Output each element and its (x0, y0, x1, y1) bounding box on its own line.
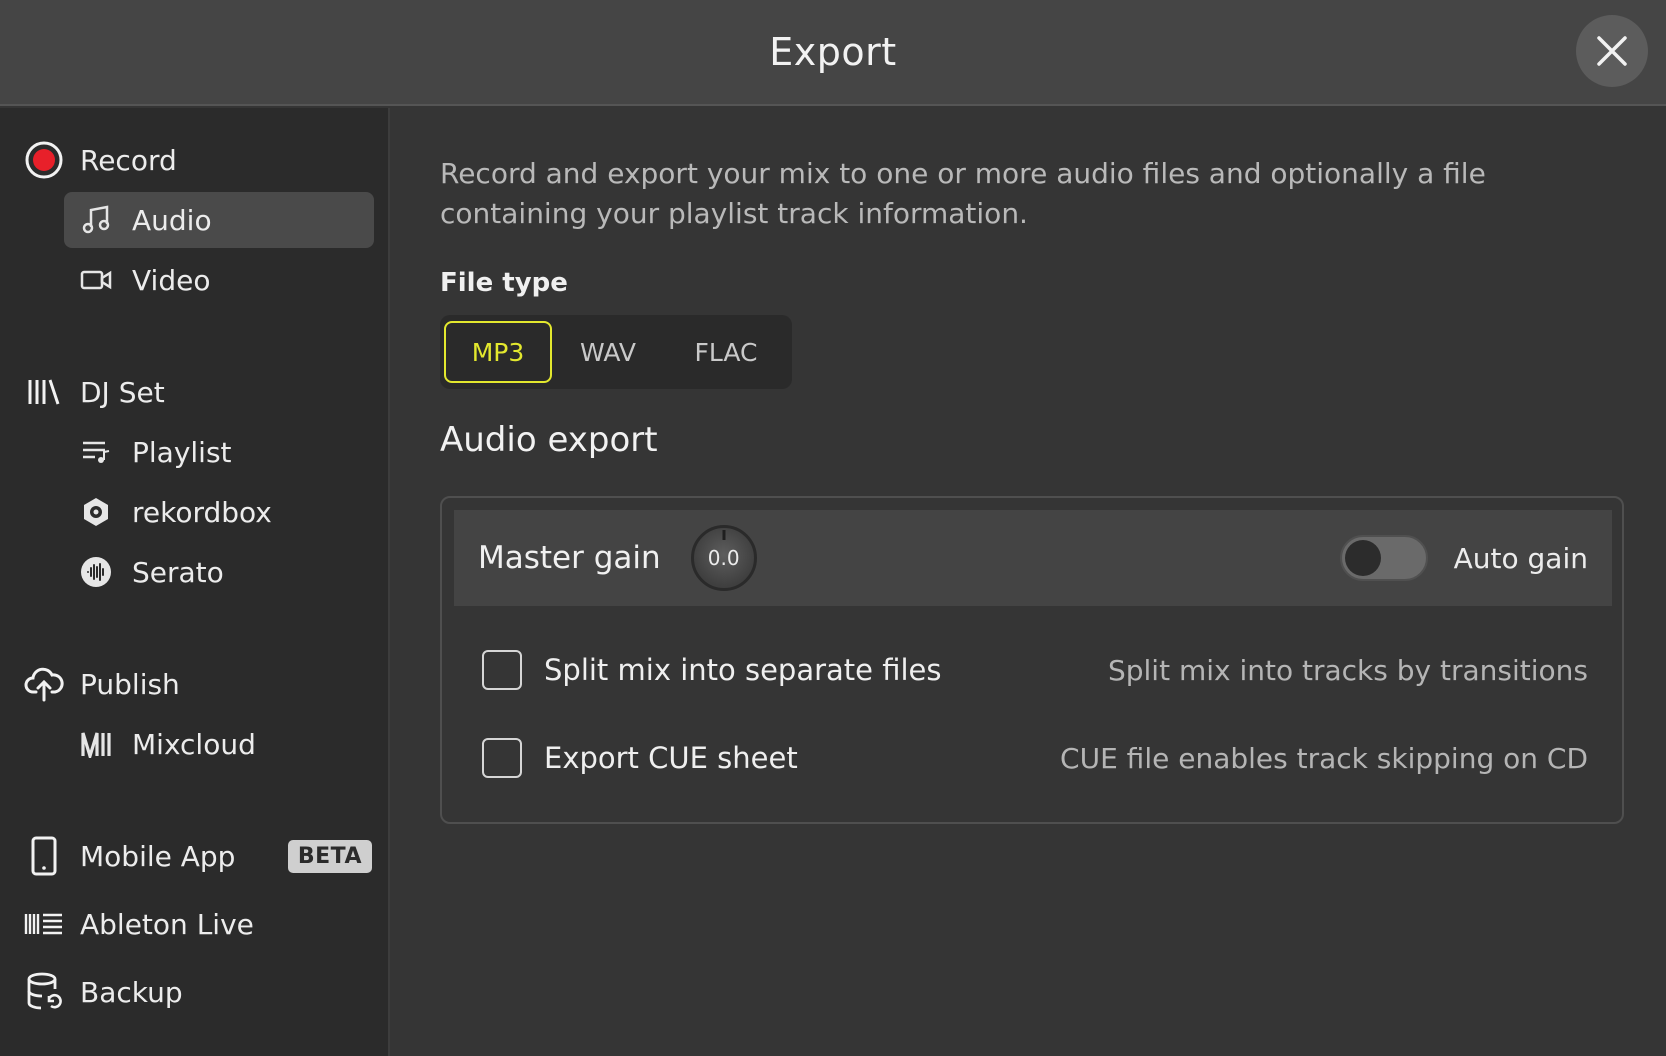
section-title: Audio export (440, 420, 658, 460)
file-type-flac[interactable]: FLAC (664, 321, 788, 383)
sidebar-item-label: DJ Set (80, 375, 165, 409)
sidebar-item-backup[interactable]: Backup (22, 964, 372, 1020)
sidebar-item-label: Audio (132, 203, 212, 237)
master-gain-label: Master gain (478, 540, 661, 576)
master-gain-row: Master gain 0.0 Auto gain (454, 510, 1612, 606)
option-export-cue: Export CUE sheet CUE file enables track … (482, 736, 1588, 780)
sidebar-item-label: Video (132, 263, 211, 297)
file-type-mp3[interactable]: MP3 (444, 321, 552, 383)
sidebar-item-playlist[interactable]: Playlist (64, 424, 374, 480)
export-cue-checkbox[interactable] (482, 738, 522, 778)
file-type-label: File type (440, 268, 568, 298)
sidebar-item-video[interactable]: Video (64, 252, 374, 308)
database-backup-icon (22, 970, 66, 1014)
sidebar-item-publish[interactable]: Publish (22, 656, 372, 712)
sidebar-item-serato[interactable]: Serato (64, 544, 374, 600)
cloud-upload-icon (22, 662, 66, 706)
master-gain-knob[interactable]: 0.0 (690, 525, 757, 591)
split-mix-checkbox[interactable] (482, 650, 522, 690)
sidebar-item-label: rekordbox (132, 495, 272, 529)
split-mix-label: Split mix into separate files (544, 653, 942, 687)
audio-export-card: Master gain 0.0 Auto gain Split mix into… (440, 496, 1624, 824)
sidebar-item-mixcloud[interactable]: Mixcloud (64, 716, 374, 772)
sidebar-item-label: Serato (132, 555, 224, 589)
sidebar-item-label: Ableton Live (80, 907, 254, 941)
master-gain-value: 0.0 (707, 546, 740, 570)
window-title: Export (769, 30, 897, 74)
phone-icon (22, 834, 66, 878)
option-split-mix: Split mix into separate files Split mix … (482, 648, 1588, 692)
description-text: Record and export your mix to one or mor… (440, 157, 1486, 230)
sidebar-item-label: Mixcloud (132, 727, 256, 761)
mixcloud-icon (78, 726, 114, 762)
auto-gain-label: Auto gain (1453, 541, 1588, 575)
title-bar: Export (0, 0, 1666, 106)
toggle-thumb (1344, 540, 1381, 576)
auto-gain-toggle[interactable] (1339, 535, 1428, 581)
file-type-wav[interactable]: WAV (552, 321, 664, 383)
serato-icon (78, 554, 114, 590)
sidebar-item-rekordbox[interactable]: rekordbox (64, 484, 374, 540)
sidebar-item-audio[interactable]: Audio (64, 192, 374, 248)
sidebar: Record Audio Video DJ Set Playlist rekor… (0, 108, 390, 1056)
sidebar-item-label: Record (80, 143, 177, 177)
sidebar-item-ableton-live[interactable]: Ableton Live (22, 896, 372, 952)
sidebar-item-mobile-app[interactable]: Mobile App BETA (22, 828, 372, 884)
beta-badge: BETA (287, 839, 372, 873)
export-cue-hint: CUE file enables track skipping on CD (1060, 741, 1588, 775)
music-note-icon (78, 202, 114, 238)
video-camera-icon (78, 262, 114, 298)
sidebar-item-label: Mobile App (80, 839, 236, 873)
library-icon (22, 370, 66, 414)
close-button[interactable] (1576, 15, 1648, 87)
main-panel: Record and export your mix to one or mor… (392, 108, 1666, 1056)
record-icon (22, 138, 66, 182)
knob-indicator (722, 530, 726, 540)
sidebar-item-label: Playlist (132, 435, 232, 469)
file-type-selector: MP3 WAV FLAC (440, 315, 792, 389)
sidebar-item-record[interactable]: Record (22, 132, 372, 188)
playlist-icon (78, 434, 114, 470)
ableton-icon (22, 902, 66, 946)
rekordbox-icon (78, 494, 114, 530)
sidebar-item-label: Publish (80, 667, 180, 701)
sidebar-item-dj-set[interactable]: DJ Set (22, 364, 372, 420)
split-mix-hint: Split mix into tracks by transitions (1107, 653, 1588, 687)
export-cue-label: Export CUE sheet (544, 741, 798, 775)
close-icon (1597, 36, 1627, 66)
sidebar-item-label: Backup (80, 975, 183, 1009)
